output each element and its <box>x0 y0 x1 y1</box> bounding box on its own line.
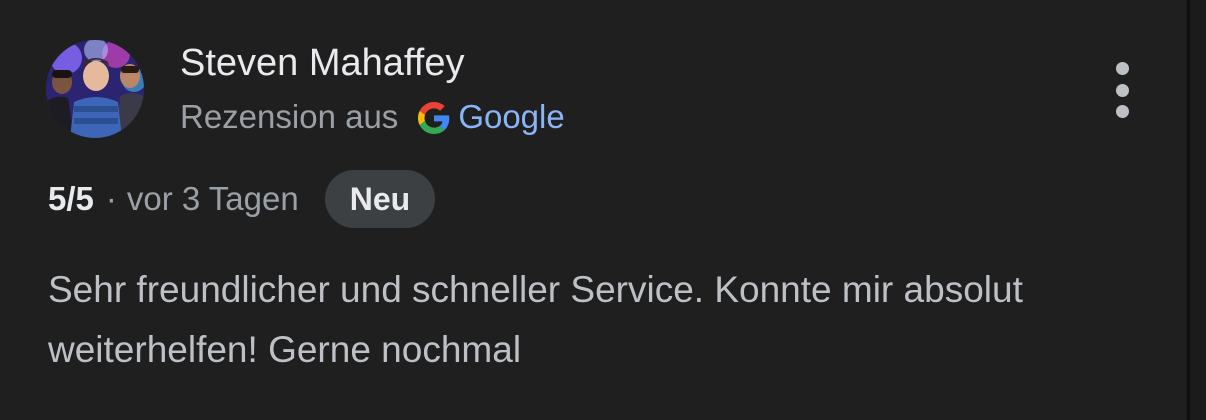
rating-value: 5/5 <box>48 180 94 217</box>
rating-row: 5/5 · vor 3 Tagen Neu <box>48 170 436 228</box>
more-vertical-icon-dot <box>1115 83 1129 97</box>
review-text: Sehr freundlicher und schneller Service.… <box>48 269 1023 370</box>
avatar-photo <box>46 40 144 138</box>
new-badge: Neu <box>324 170 436 228</box>
google-g-icon <box>418 102 450 134</box>
source-prefix: Rezension aus <box>180 98 399 135</box>
author-name[interactable]: Steven Mahaffey <box>180 42 464 85</box>
separator: · <box>105 180 117 217</box>
source-link[interactable]: Google <box>458 98 564 136</box>
review-card: Steven Mahaffey Rezension aus Google 5/5… <box>0 0 1186 420</box>
review-date: vor 3 Tagen <box>126 180 299 217</box>
more-options-button[interactable] <box>1102 58 1142 122</box>
avatar[interactable] <box>46 40 144 138</box>
review-source: Rezension aus Google <box>180 98 565 136</box>
more-vertical-icon-dot <box>1115 105 1129 118</box>
more-vertical-icon <box>1115 62 1129 75</box>
scrollbar-divider <box>1187 0 1190 420</box>
